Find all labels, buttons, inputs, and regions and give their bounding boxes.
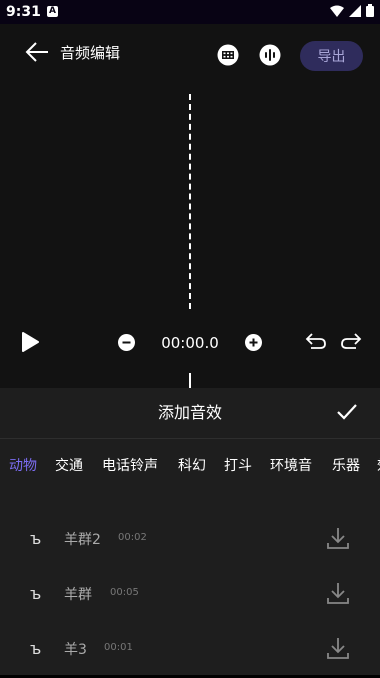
plus-icon (249, 338, 258, 347)
download-icon[interactable] (326, 581, 350, 605)
sheep-icon: ъ (30, 639, 42, 658)
notification-icon: A (47, 6, 58, 17)
sound-duration: 00:05 (110, 587, 139, 598)
sound-item[interactable]: ъ 羊群2 00:02 (0, 513, 380, 568)
sound-item[interactable]: ъ 羊3 00:01 (0, 623, 380, 678)
audio-editor: 音频编辑 导出 00:00.0 添加音效 动物 交通 电话铃声 科幻 打斗 环境… (0, 24, 380, 675)
battery-icon (366, 4, 374, 17)
download-icon[interactable] (326, 636, 350, 660)
sound-duration: 00:02 (118, 532, 147, 543)
status-icons (330, 4, 374, 17)
sound-name: 羊群 (64, 587, 92, 603)
status-bar: 9:31 A (0, 0, 380, 24)
waveform-area[interactable] (0, 84, 380, 319)
tab-fighting[interactable]: 打斗 (224, 455, 252, 475)
sound-item[interactable]: ъ 羊群 00:05 (0, 568, 380, 623)
confirm-check-icon[interactable] (336, 402, 358, 422)
tab-ringtones[interactable]: 电话铃声 (102, 455, 158, 475)
export-button[interactable]: 导出 (300, 41, 363, 71)
minus-icon (122, 341, 131, 344)
sheep-icon: ъ (30, 584, 42, 603)
zoom-in-button[interactable] (245, 334, 262, 351)
sound-name: 羊3 (64, 642, 87, 658)
signal-icon (349, 4, 361, 17)
play-icon[interactable] (20, 332, 40, 352)
category-tabs: 动物 交通 电话铃声 科幻 打斗 环境音 乐器 效 (0, 439, 380, 489)
time-display: 00:00.0 (161, 334, 219, 352)
page-title: 音频编辑 (60, 44, 121, 62)
redo-icon[interactable] (340, 331, 362, 351)
undo-icon[interactable] (305, 331, 327, 351)
sound-name: 羊群2 (64, 532, 101, 548)
sound-duration: 00:01 (104, 642, 133, 653)
playhead[interactable] (189, 94, 191, 309)
tab-animals[interactable]: 动物 (9, 455, 37, 475)
wifi-icon (330, 5, 344, 17)
tab-traffic[interactable]: 交通 (55, 455, 83, 475)
tab-instruments[interactable]: 乐器 (332, 455, 360, 475)
panel-title: 添加音效 (157, 403, 222, 422)
playback-controls: 00:00.0 (0, 319, 380, 367)
tab-scifi[interactable]: 科幻 (178, 455, 206, 475)
sheep-icon: ъ (30, 529, 42, 548)
film-icon[interactable] (217, 44, 239, 66)
download-icon[interactable] (326, 526, 350, 550)
zoom-out-button[interactable] (118, 334, 135, 351)
track-playhead-marker (189, 373, 191, 388)
back-arrow-icon[interactable] (24, 39, 50, 65)
tab-ambience[interactable]: 环境音 (270, 455, 312, 475)
sound-effects-panel: 添加音效 动物 交通 电话铃声 科幻 打斗 环境音 乐器 效 ъ 羊群2 00:… (0, 388, 380, 675)
status-time: 9:31 (6, 4, 41, 20)
top-bar: 音频编辑 导出 (0, 24, 380, 84)
audio-wave-icon[interactable] (259, 44, 281, 66)
